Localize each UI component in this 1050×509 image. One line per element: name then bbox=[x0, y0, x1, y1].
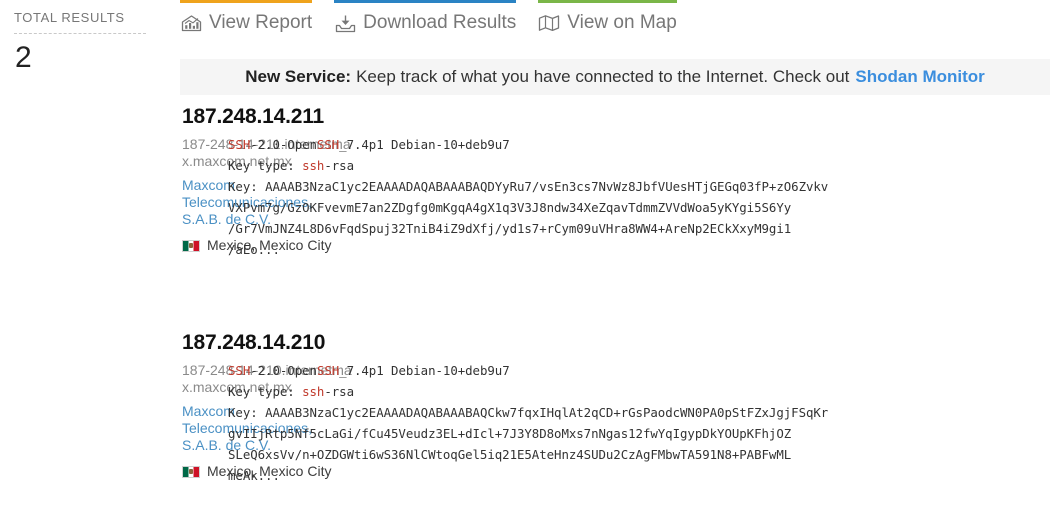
download-icon bbox=[334, 13, 356, 33]
download-results-button[interactable]: Download Results bbox=[334, 0, 517, 34]
banner-keytype-rest: -rsa bbox=[324, 158, 354, 173]
view-report-button[interactable]: View Report bbox=[180, 0, 313, 34]
banner-key-line-4: meAk... bbox=[228, 468, 280, 483]
view-on-map-label: View on Map bbox=[567, 12, 677, 33]
banner-ssh-token: SSH bbox=[228, 363, 251, 378]
banner-version-mid: -2.0-Open bbox=[250, 137, 317, 152]
total-results-label: TOTAL RESULTS bbox=[14, 10, 125, 25]
result-metadata: 187.248.14.210 187-248-14-210.internetma… bbox=[0, 330, 352, 486]
banner-key-line-2: gvIIjRtp5Nf5cLaGi/fCu45Veudz3EL+dIcl+7J3… bbox=[228, 426, 792, 441]
view-report-label: View Report bbox=[209, 12, 313, 33]
result-item: 187.248.14.210 187-248-14-210.internetma… bbox=[0, 330, 1050, 496]
result-banner-text: SSH-2.0-OpenSSH_7.4p1 Debian-10+deb9u7 K… bbox=[205, 330, 1050, 486]
download-results-label: Download Results bbox=[363, 12, 517, 33]
result-metadata: 187.248.14.211 187-248-14-211.internetma… bbox=[0, 104, 351, 260]
banner-version-mid: -2.0-Open bbox=[250, 363, 317, 378]
new-service-banner: New Service: Keep track of what you have… bbox=[180, 59, 1050, 95]
banner-key-line-4: /aEo... bbox=[228, 242, 280, 257]
banner-key-line-3: /Gr7VmJNZ4L8D6vFqdSpuj32TniB4iZ9dXfj/yd1… bbox=[228, 221, 792, 236]
sidebar-divider bbox=[14, 33, 146, 34]
total-results-sidebar: TOTAL RESULTS 2 bbox=[0, 0, 172, 76]
mexico-flag-icon bbox=[182, 239, 200, 252]
banner-version-post: _7.4p1 Debian-10+deb9u7 bbox=[339, 363, 510, 378]
banner-openssh-token: SSH bbox=[316, 137, 340, 152]
result-item: 187.248.14.211 187-248-14-211.internetma… bbox=[0, 104, 1050, 270]
banner-openssh-token: SSH bbox=[316, 363, 340, 378]
result-ip-link[interactable]: 187.248.14.210 bbox=[182, 330, 325, 356]
banner-keytype-label: Key type: bbox=[228, 384, 303, 399]
banner-key-line-1: AAAAB3NzaC1yc2EAAAADAQABAAABAQCkw7fqxIHq… bbox=[265, 405, 829, 420]
banner-ssh-token: SSH bbox=[228, 137, 251, 152]
banner-key-label: Key: bbox=[228, 179, 266, 194]
banner-version-post: _7.4p1 Debian-10+deb9u7 bbox=[339, 137, 510, 152]
map-icon bbox=[538, 13, 560, 33]
banner-keytype-label: Key type: bbox=[228, 158, 303, 173]
shodan-search-results-page: TOTAL RESULTS 2 View Report Download Res… bbox=[0, 0, 1050, 509]
results-action-bar: View Report Download Results View on Map bbox=[180, 0, 1050, 46]
total-results-count: 2 bbox=[15, 41, 32, 74]
result-location: Mexico, Mexico City bbox=[182, 237, 331, 254]
banner-key-line-3: SLeQ6xsVv/n+OZDGWti6wS36NlCWtoqGel5iq21E… bbox=[228, 447, 792, 462]
banner-key-line-1: AAAAB3NzaC1yc2EAAAADAQABAAABAQDYyRu7/vsE… bbox=[265, 179, 829, 194]
shodan-monitor-link[interactable]: Shodan Monitor bbox=[855, 66, 984, 88]
mexico-flag-icon bbox=[182, 465, 200, 478]
banner-strong-label: New Service: bbox=[245, 67, 352, 86]
banner-keytype-value: ssh bbox=[302, 158, 325, 173]
result-ip-link[interactable]: 187.248.14.211 bbox=[182, 104, 324, 130]
view-on-map-button[interactable]: View on Map bbox=[538, 0, 677, 34]
banner-keytype-rest: -rsa bbox=[324, 384, 354, 399]
banner-key-line-2: VXPvm7g/GzOKFvevmE7an2ZDgfg0mKgqA4gX1q3V… bbox=[228, 200, 792, 215]
banner-key-label: Key: bbox=[228, 405, 266, 420]
result-banner-text: SSH-2.0-OpenSSH_7.4p1 Debian-10+deb9u7 K… bbox=[205, 104, 1050, 260]
bar-chart-icon bbox=[180, 13, 202, 33]
banner-text: Keep track of what you have connected to… bbox=[356, 67, 850, 86]
result-location: Mexico, Mexico City bbox=[182, 463, 331, 480]
results-list: 187.248.14.211 187-248-14-211.internetma… bbox=[0, 104, 1050, 496]
banner-keytype-value: ssh bbox=[302, 384, 325, 399]
